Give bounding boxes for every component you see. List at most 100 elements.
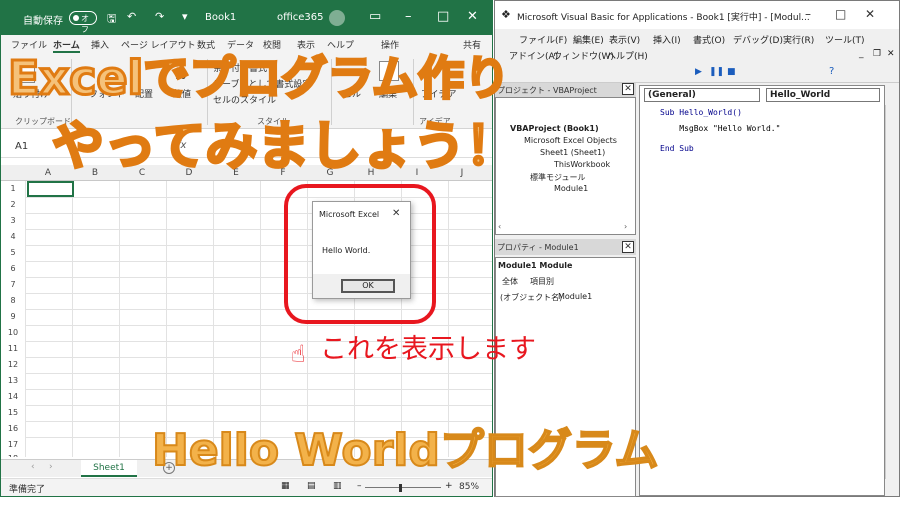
row-header[interactable]: 12	[1, 360, 25, 369]
grid-line	[25, 373, 492, 374]
row-header[interactable]: 16	[1, 424, 25, 433]
tree-item[interactable]: Sheet1 (Sheet1)	[540, 148, 605, 157]
undo-icon[interactable]: ↶	[127, 10, 136, 23]
properties-object-select[interactable]: Module1 Module	[498, 261, 572, 270]
row-header[interactable]: 18	[1, 454, 25, 457]
zoom-level[interactable]: 85%	[459, 482, 479, 492]
overlay-title-line2: やってみましょう！	[50, 116, 518, 179]
name-box[interactable]: A1	[15, 141, 28, 152]
autosave-label: 自動保存	[23, 16, 63, 27]
row-header[interactable]: 15	[1, 408, 25, 417]
properties-title-text: プロパティ - Module1	[497, 243, 579, 252]
grid-line	[25, 325, 492, 326]
tree-item[interactable]: 標準モジュール	[530, 172, 585, 183]
row-header[interactable]: 13	[1, 376, 25, 385]
menu-view[interactable]: 表示(V)	[609, 33, 640, 46]
row-header[interactable]: 5	[1, 248, 25, 257]
row-header[interactable]: 11	[1, 344, 25, 353]
props-tab-categorized[interactable]: 項目別	[530, 276, 554, 287]
tree-item[interactable]: ThisWorkbook	[554, 160, 610, 169]
pause-icon[interactable]: ❚❚	[709, 67, 724, 77]
close-icon[interactable]: ✕	[467, 9, 478, 24]
page-break-view-icon[interactable]: ▥	[333, 481, 342, 491]
code-line: End Sub	[660, 144, 694, 153]
overlay-title-line1: Excelでプログラム作り	[7, 50, 512, 107]
row-header[interactable]: 2	[1, 200, 25, 209]
menu-format[interactable]: 書式(O)	[693, 33, 725, 46]
row-header[interactable]: 10	[1, 328, 25, 337]
row-header[interactable]: 4	[1, 232, 25, 241]
tree-item[interactable]: Microsoft Excel Objects	[524, 136, 617, 145]
code-scrollbar[interactable]	[885, 105, 897, 479]
vba-toolbar: ▶ ❚❚ ■ ?	[495, 65, 899, 83]
code-window[interactable]: (General) Hello_World Sub Hello_World() …	[639, 85, 885, 496]
menu-help[interactable]: ヘルプ(H)	[607, 49, 648, 62]
sheet-prev-icon[interactable]: ‹	[31, 462, 35, 472]
zoom-in-icon[interactable]: +	[445, 481, 453, 491]
minimize-icon[interactable]: –	[405, 9, 412, 24]
row-header[interactable]: 17	[1, 440, 25, 449]
menu-run[interactable]: 実行(R)	[783, 33, 814, 46]
row-header[interactable]: 9	[1, 312, 25, 321]
ribbon-display-icon[interactable]: ▭	[369, 9, 381, 24]
row-header[interactable]: 6	[1, 264, 25, 273]
save-icon[interactable]: 🖫	[107, 10, 116, 29]
qat-customize-icon[interactable]: ▾	[182, 10, 188, 23]
page-layout-view-icon[interactable]: ▤	[307, 481, 316, 491]
child-minimize-icon[interactable]: _	[859, 49, 864, 59]
status-bar: 準備完了 ▦ ▤ ▥ – + 85%	[1, 478, 492, 496]
properties-pane-close-icon[interactable]: ✕	[622, 241, 634, 253]
stop-icon[interactable]: ■	[727, 67, 736, 77]
row-header[interactable]: 1	[1, 184, 25, 193]
grid-line	[72, 181, 73, 457]
code-line: MsgBox "Hello World."	[660, 124, 781, 133]
prop-value[interactable]: Module1	[558, 292, 592, 301]
grid-line	[25, 389, 492, 390]
zoom-out-icon[interactable]: –	[357, 481, 362, 491]
vba-minimize-icon[interactable]: –	[805, 7, 811, 21]
menu-debug[interactable]: デバッグ(D)	[733, 33, 783, 46]
help-icon[interactable]: ?	[829, 66, 834, 77]
maximize-icon[interactable]: □	[437, 9, 449, 24]
scroll-left-icon[interactable]: ‹	[498, 222, 501, 231]
project-title-text: プロジェクト - VBAProject	[497, 86, 597, 95]
vba-close-icon[interactable]: ✕	[865, 7, 875, 21]
autosave-state: オフ	[81, 14, 89, 34]
vba-title: Microsoft Visual Basic for Applications …	[517, 13, 810, 23]
row-header[interactable]: 3	[1, 216, 25, 225]
redo-icon[interactable]: ↷	[155, 10, 164, 23]
zoom-slider-handle[interactable]	[399, 484, 402, 492]
zoom-slider[interactable]	[365, 487, 441, 488]
sheet-tab-sheet1[interactable]: Sheet1	[81, 460, 137, 477]
menu-file[interactable]: ファイル(F)	[519, 33, 567, 46]
vba-app-icon: ❖	[501, 8, 511, 21]
child-restore-icon[interactable]: ❐	[873, 49, 881, 59]
row-header[interactable]: 7	[1, 280, 25, 289]
project-pane-close-icon[interactable]: ✕	[622, 83, 634, 95]
menu-addins[interactable]: アドイン(A)	[509, 49, 558, 62]
autosave-toggle[interactable]: オフ	[69, 11, 97, 34]
tree-item[interactable]: VBAProject (Book1)	[510, 124, 599, 133]
object-combo[interactable]: (General)	[644, 88, 760, 102]
prop-name: (オブジェクト名)	[500, 293, 563, 302]
procedure-combo[interactable]: Hello_World	[766, 88, 880, 102]
normal-view-icon[interactable]: ▦	[281, 481, 290, 491]
child-close-icon[interactable]: ✕	[887, 49, 895, 59]
run-icon[interactable]: ▶	[695, 67, 702, 77]
vba-maximize-icon[interactable]: □	[835, 7, 846, 21]
scroll-right-icon[interactable]: ›	[624, 222, 627, 231]
menu-tools[interactable]: ツール(T)	[825, 33, 865, 46]
selected-cell-a1[interactable]	[27, 181, 74, 197]
menu-edit[interactable]: 編集(E)	[573, 33, 604, 46]
sheet-next-icon[interactable]: ›	[49, 462, 53, 472]
tree-item[interactable]: Module1	[554, 184, 588, 193]
screenshot-root: 自動保存 オフ 🖫 ↶ ↷ ▾ Book1 office365 ▭ – □ ✕ …	[0, 0, 900, 506]
menu-insert[interactable]: 挿入(I)	[653, 33, 681, 46]
props-tab-alphabetic[interactable]: 全体	[502, 276, 518, 287]
code-line: Sub Hello_World()	[660, 108, 742, 117]
menu-window[interactable]: ウィンドウ(W)	[553, 49, 614, 62]
row-header[interactable]: 8	[1, 296, 25, 305]
account-avatar[interactable]	[329, 10, 345, 26]
row-header[interactable]: 14	[1, 392, 25, 401]
status-text: 準備完了	[9, 485, 46, 495]
